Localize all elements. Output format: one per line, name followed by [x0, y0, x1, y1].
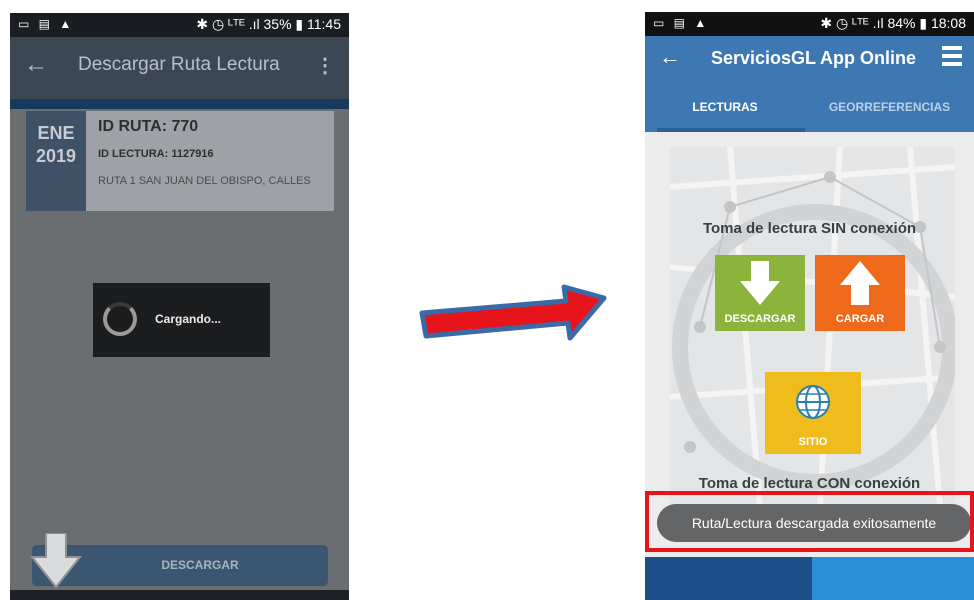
- arrow-left-icon[interactable]: ←: [24, 51, 48, 79]
- arrow-up-icon: [840, 261, 880, 305]
- upload-tile-button[interactable]: CARGAR: [815, 255, 905, 331]
- upload-tile-label: CARGAR: [835, 313, 885, 325]
- status-icons-left: ▭ ▤ ▲: [18, 17, 75, 31]
- loading-spinner-icon: [103, 302, 137, 336]
- section-online-title: Toma de lectura CON conexión: [698, 475, 921, 492]
- tab-bar: LECTURAS GEORREFERENCIAS: [645, 82, 974, 132]
- reading-id: ID LECTURA: 1127916: [98, 148, 214, 160]
- bottom-nav-right: [812, 557, 974, 600]
- more-vert-icon[interactable]: ⋮: [315, 53, 335, 78]
- status-bar: ▭ ▤ ▲ ✱ ◷ ᴸᵀᴱ .ıl 84% ▮ 18:08: [645, 12, 974, 36]
- download-tile-label: DESCARGAR: [724, 313, 796, 325]
- route-id: ID RUTA: 770: [98, 118, 199, 135]
- transition-arrow-icon: [419, 284, 607, 341]
- app-bar: ← ServiciosGL App Online: [645, 36, 974, 82]
- section-offline-title: Toma de lectura SIN conexión: [702, 220, 917, 237]
- right-phone-screen: ▭ ▤ ▲ ✱ ◷ ᴸᵀᴱ .ıl 84% ▮ 18:08 ← Servicio…: [645, 12, 974, 600]
- app-title: ServiciosGL App Online: [711, 48, 917, 68]
- loading-text: Cargando...: [155, 312, 222, 326]
- site-tile-button[interactable]: SITIO: [765, 372, 861, 454]
- route-card[interactable]: ENE 2019 ID RUTA: 770 ID LECTURA: 112791…: [26, 111, 334, 211]
- route-year: 2019: [35, 146, 77, 166]
- tab-indicator: [657, 128, 805, 132]
- download-tile-button[interactable]: DESCARGAR: [715, 255, 805, 331]
- route-description: RUTA 1 SAN JUAN DEL OBISPO, CALLES: [98, 175, 311, 187]
- route-month: ENE: [37, 123, 75, 143]
- tab-georreferencias[interactable]: GEORREFERENCIAS: [805, 82, 974, 132]
- status-bar: ▭ ▤ ▲ ✱ ◷ ᴸᵀᴱ .ıl 35% ▮ 11:45: [10, 13, 349, 37]
- route-date: ENE 2019: [26, 111, 86, 211]
- status-info-right: ✱ ◷ ᴸᵀᴱ .ıl 35% ▮ 11:45: [196, 16, 341, 32]
- tab-lecturas[interactable]: LECTURAS: [645, 82, 805, 132]
- app-bar-stripe: [10, 99, 349, 109]
- arrow-left-icon[interactable]: ←: [659, 44, 681, 70]
- nav-bar: [10, 590, 349, 600]
- loading-dialog: Cargando...: [93, 283, 270, 357]
- page-title: Descargar Ruta Lectura: [78, 54, 280, 75]
- site-tile-label: SITIO: [798, 436, 828, 448]
- globe-icon: [796, 385, 830, 419]
- status-info-right: ✱ ◷ ᴸᵀᴱ .ıl 84% ▮ 18:08: [820, 15, 966, 31]
- arrow-down-icon: [740, 261, 780, 305]
- hamburger-menu-icon[interactable]: [942, 46, 962, 70]
- app-bar: ← Descargar Ruta Lectura ⋮: [10, 37, 349, 99]
- highlight-box: [645, 491, 974, 552]
- download-arrow-icon: [30, 533, 82, 589]
- left-phone-screen: ▭ ▤ ▲ ✱ ◷ ᴸᵀᴱ .ıl 35% ▮ 11:45 ← Descarga…: [10, 13, 349, 600]
- bottom-nav: [645, 557, 974, 600]
- status-icons-left: ▭ ▤ ▲: [653, 16, 710, 30]
